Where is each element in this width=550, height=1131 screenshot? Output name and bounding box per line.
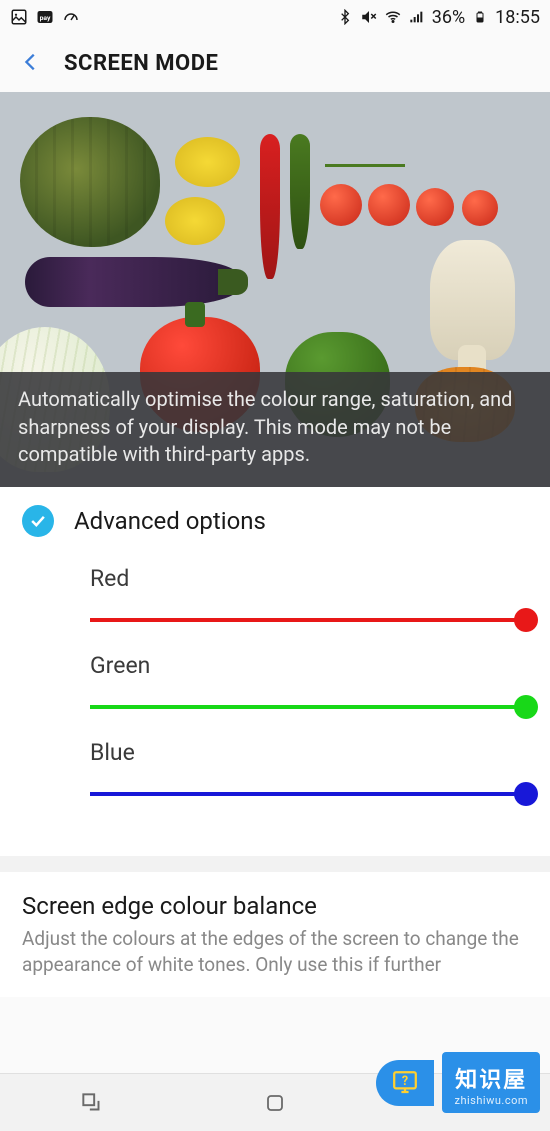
status-left: pay [10, 8, 80, 26]
home-button[interactable] [257, 1085, 293, 1121]
advanced-options-label: Advanced options [74, 507, 266, 535]
battery-percent: 36% [432, 7, 465, 28]
slider-thumb-blue[interactable] [514, 782, 538, 806]
preview-image: Automatically optimise the colour range,… [0, 92, 550, 487]
slider-blue: Blue [90, 739, 528, 796]
slider-label: Blue [90, 739, 528, 766]
battery-icon [471, 8, 489, 26]
watermark-main: 知识屋 [454, 1062, 528, 1094]
sliders-container: Red Green Blue [0, 555, 550, 856]
divider [0, 856, 550, 872]
checkmark-icon[interactable] [22, 505, 54, 537]
gallery-icon [10, 8, 28, 26]
slider-thumb-red[interactable] [514, 608, 538, 632]
wifi-icon [384, 8, 402, 26]
recent-apps-button[interactable] [74, 1085, 110, 1121]
mute-icon [360, 8, 378, 26]
signal-icon [408, 8, 426, 26]
edge-balance-row[interactable]: Screen edge colour balance Adjust the co… [0, 872, 550, 997]
status-right: 36% 18:55 [336, 7, 540, 28]
slider-track-green[interactable] [90, 705, 528, 709]
advanced-options-row[interactable]: Advanced options [0, 487, 550, 555]
pay-icon: pay [36, 8, 54, 26]
slider-label: Red [90, 565, 528, 592]
clock: 18:55 [495, 7, 540, 28]
back-button[interactable] [20, 47, 42, 80]
watermark-sub: zhishiwu.com [454, 1094, 528, 1107]
edge-balance-description: Adjust the colours at the edges of the s… [22, 926, 528, 977]
slider-red: Red [90, 565, 528, 622]
speedometer-icon [62, 8, 80, 26]
slider-track-blue[interactable] [90, 792, 528, 796]
slider-label: Green [90, 652, 528, 679]
svg-text:pay: pay [40, 14, 51, 22]
slider-thumb-green[interactable] [514, 695, 538, 719]
svg-text:?: ? [402, 1073, 408, 1088]
slider-green: Green [90, 652, 528, 709]
page-title: SCREEN MODE [64, 51, 218, 76]
bluetooth-icon [336, 8, 354, 26]
app-bar: SCREEN MODE [0, 34, 550, 92]
status-bar: pay 36% 18:55 [0, 0, 550, 34]
watermark-icon: ? [376, 1060, 434, 1106]
edge-balance-title: Screen edge colour balance [22, 892, 528, 920]
slider-track-red[interactable] [90, 618, 528, 622]
preview-caption: Automatically optimise the colour range,… [0, 372, 550, 487]
watermark: ? 知识屋 zhishiwu.com [376, 1052, 540, 1113]
watermark-text: 知识屋 zhishiwu.com [442, 1052, 540, 1113]
